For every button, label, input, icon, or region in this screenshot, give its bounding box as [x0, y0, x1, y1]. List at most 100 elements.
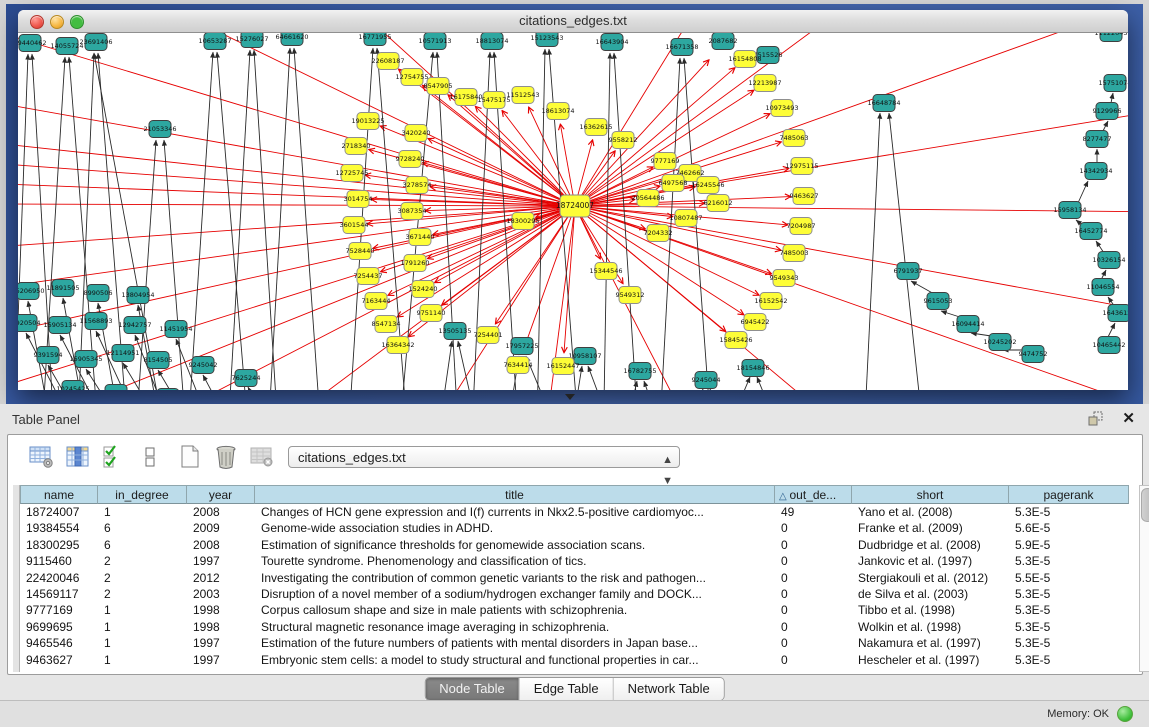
table-row[interactable]: 1830029562008Estimation of significance …	[20, 537, 1129, 553]
cell-in_degree: 2	[98, 570, 187, 586]
svg-text:8920504: 8920504	[18, 319, 40, 327]
cell-name: 18724007	[20, 504, 98, 520]
svg-text:21053346: 21053346	[143, 125, 176, 133]
table-row[interactable]: 2242004622012Investigating the contribut…	[20, 570, 1129, 586]
column-header-pagerank[interactable]: pagerank	[1009, 485, 1129, 504]
network-window-titlebar[interactable]: citations_edges.txt	[18, 10, 1128, 33]
column-header-in-degree[interactable]: in_degree	[98, 485, 187, 504]
select-column-icon[interactable]	[64, 443, 92, 471]
cell-name: 9463627	[20, 652, 98, 668]
cell-short: Jankovic et al. (1997)	[852, 553, 1009, 569]
svg-text:1791260: 1791260	[401, 259, 430, 267]
node-attribute-table[interactable]: namein_degreeyeartitle△ out_de...shortpa…	[13, 485, 1138, 672]
svg-text:12114951: 12114951	[106, 349, 139, 357]
svg-text:9474752: 9474752	[1019, 350, 1048, 358]
svg-text:11568893: 11568893	[79, 317, 112, 325]
scrollbar-thumb[interactable]	[1141, 488, 1149, 522]
network-window[interactable]: citations_edges.txt 19440462140557242369…	[18, 10, 1128, 390]
table-body[interactable]: 1872400712008Changes of HCN gene express…	[20, 504, 1129, 672]
svg-text:3601544: 3601544	[340, 221, 369, 229]
cell-name: 19384554	[20, 520, 98, 536]
network-graph[interactable]: 1944046214055724236914061065328715276027…	[18, 33, 1128, 390]
cell-pagerank: 5.3E-5	[1009, 635, 1129, 651]
row-gutter	[13, 485, 20, 672]
svg-text:18813074: 18813074	[475, 37, 508, 45]
table-row[interactable]: 946554611997Estimation of the future num…	[20, 635, 1129, 651]
svg-text:10245202: 10245202	[983, 338, 1016, 346]
cell-year: 2008	[187, 537, 255, 553]
svg-text:15958134: 15958134	[1053, 206, 1086, 214]
svg-text:9391594: 9391594	[34, 351, 63, 359]
cell-pagerank: 5.6E-5	[1009, 520, 1129, 536]
svg-text:16452774: 16452774	[1074, 227, 1107, 235]
table-row[interactable]: 946362711997Embryonic stem cells: a mode…	[20, 652, 1129, 668]
cell-name: 9115460	[20, 553, 98, 569]
table-row[interactable]: 977716911998Corpus callosum shape and si…	[20, 602, 1129, 618]
svg-text:7528440: 7528440	[346, 247, 375, 255]
column-visibility-icon[interactable]	[100, 443, 128, 471]
table-row[interactable]: 1456911722003Disruption of a novel membe…	[20, 586, 1129, 602]
cell-year: 2009	[187, 520, 255, 536]
cell-out_degree: 0	[775, 570, 852, 586]
cell-title: Corpus callosum shape and size in male p…	[255, 602, 775, 618]
svg-text:16771955: 16771955	[358, 33, 391, 41]
cell-name: 18300295	[20, 537, 98, 553]
tab-node-table[interactable]: Node Table	[425, 678, 520, 700]
svg-text:16364342: 16364342	[381, 341, 414, 349]
delete-table-icon-disabled	[248, 443, 276, 471]
svg-text:15845426: 15845426	[719, 336, 752, 344]
svg-text:11512543: 11512543	[506, 91, 539, 99]
cell-short: Hescheler et al. (1997)	[852, 652, 1009, 668]
row-height-icon[interactable]	[136, 443, 164, 471]
network-canvas[interactable]: 1944046214055724236914061065328715276027…	[18, 33, 1128, 390]
table-row[interactable]: 969969511998Structural magnetic resonanc…	[20, 619, 1129, 635]
vertical-scrollbar[interactable]	[1139, 485, 1149, 672]
float-window-icon[interactable]	[1087, 411, 1105, 427]
column-header-title[interactable]: title	[255, 485, 775, 504]
tab-edge-table[interactable]: Edge Table	[520, 678, 614, 700]
svg-text:16245546: 16245546	[691, 181, 724, 189]
table-selector-dropdown[interactable]: citations_edges.txt ▲▼	[288, 446, 680, 468]
cell-short: Stergiakouli et al. (2012)	[852, 570, 1009, 586]
attribute-browser-toolbar: f(x) citations_edges.txt ▲▼	[8, 435, 1142, 481]
new-table-icon[interactable]	[176, 443, 204, 471]
svg-text:14342934: 14342934	[1079, 167, 1112, 175]
column-header-name[interactable]: name	[20, 485, 98, 504]
svg-text:18154846: 18154846	[736, 364, 769, 372]
graph-node[interactable]	[157, 389, 179, 391]
svg-text:15751074: 15751074	[1098, 79, 1128, 87]
table-row[interactable]: 911546021997Tourette syndrome. Phenomeno…	[20, 553, 1129, 569]
svg-text:10245425: 10245425	[56, 385, 89, 390]
column-header-short[interactable]: short	[852, 485, 1009, 504]
cell-pagerank: 5.5E-5	[1009, 570, 1129, 586]
column-header-out-de-[interactable]: △ out_de...	[775, 485, 852, 504]
memory-ok-icon[interactable]	[1117, 706, 1133, 722]
svg-text:3014754: 3014754	[344, 195, 373, 203]
svg-text:16154808: 16154808	[728, 55, 761, 63]
cell-title: Disruption of a novel member of a sodium…	[255, 586, 775, 602]
svg-text:18613074: 18613074	[541, 107, 574, 115]
svg-text:9558212: 9558212	[609, 136, 638, 144]
column-header-year[interactable]: year	[187, 485, 255, 504]
cell-in_degree: 1	[98, 602, 187, 618]
svg-text:6216012: 6216012	[704, 199, 733, 207]
tab-network-table[interactable]: Network Table	[614, 678, 724, 700]
svg-text:12213987: 12213987	[748, 79, 781, 87]
svg-text:19013225: 19013225	[351, 117, 384, 125]
cell-pagerank: 5.3E-5	[1009, 586, 1129, 602]
cell-out_degree: 0	[775, 586, 852, 602]
panel-divider-grip-icon[interactable]	[565, 394, 575, 400]
delete-column-icon[interactable]	[212, 443, 240, 471]
table-row[interactable]: 1938455462009Genome-wide association stu…	[20, 520, 1129, 536]
table-settings-icon[interactable]	[28, 443, 56, 471]
table-row[interactable]: 1872400712008Changes of HCN gene express…	[20, 504, 1129, 520]
table-panel: Table Panel ✕	[0, 404, 1149, 727]
svg-text:9245042: 9245042	[189, 361, 218, 369]
cell-out_degree: 49	[775, 504, 852, 520]
close-panel-icon[interactable]: ✕	[1122, 409, 1135, 427]
table-header-row[interactable]: namein_degreeyeartitle△ out_de...shortpa…	[20, 485, 1129, 504]
svg-text:10973493: 10973493	[765, 104, 798, 112]
svg-text:12942757: 12942757	[118, 321, 151, 329]
cell-in_degree: 1	[98, 652, 187, 668]
cell-in_degree: 1	[98, 619, 187, 635]
